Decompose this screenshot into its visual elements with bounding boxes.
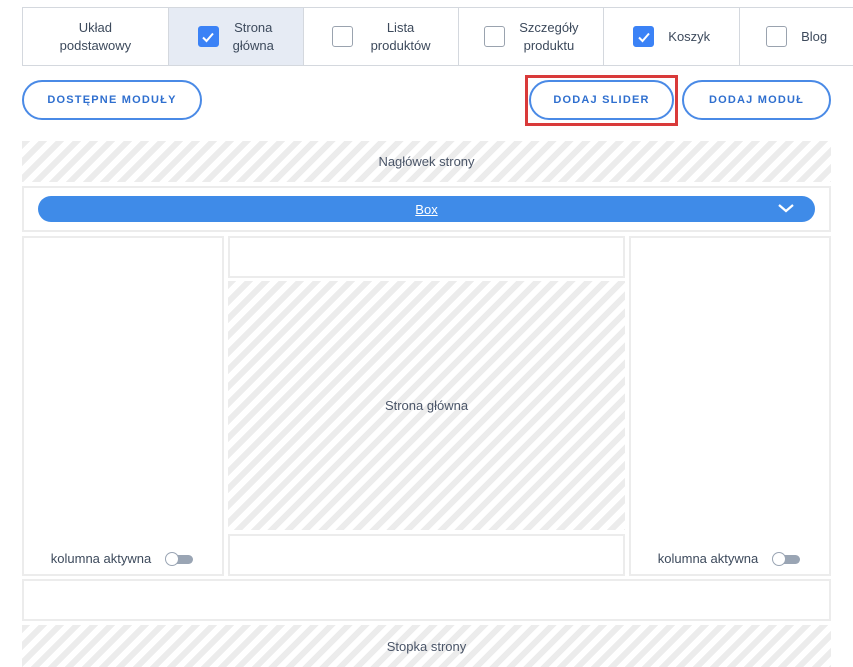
center-top-slot[interactable] xyxy=(228,236,625,278)
pre-footer-slot[interactable] xyxy=(22,579,831,621)
page-header-region[interactable]: Nagłówek strony xyxy=(22,141,831,182)
right-column-status-label: kolumna aktywna xyxy=(657,551,759,566)
tab-label: Lista produktów xyxy=(370,19,431,53)
right-column-toggle[interactable] xyxy=(772,551,802,566)
available-modules-button[interactable]: DOSTĘPNE MODUŁY xyxy=(22,80,202,120)
tab-checkbox-blog[interactable] xyxy=(766,26,788,47)
highlight-frame xyxy=(525,75,678,126)
box-label: Box xyxy=(415,201,438,217)
left-column[interactable]: kolumna aktywna xyxy=(22,236,224,576)
page-footer-label: Stopka strony xyxy=(386,638,467,654)
tab-checkbox-koszyk[interactable] xyxy=(633,26,655,47)
tab-label: Układ podstawowy xyxy=(59,19,132,53)
tab-checkbox-szczegoly-produktu[interactable] xyxy=(484,26,506,47)
add-module-button[interactable]: DODAJ MODUŁ xyxy=(682,80,831,120)
tab-lista-produktow[interactable]: Lista produktów xyxy=(304,8,460,65)
tab-blog[interactable]: Blog xyxy=(740,8,853,65)
tab-label: Strona główna xyxy=(232,19,274,53)
right-column-footer: kolumna aktywna xyxy=(631,551,829,566)
check-icon xyxy=(202,32,214,42)
right-column[interactable]: kolumna aktywna xyxy=(629,236,831,576)
main-content-label: Strona główna xyxy=(384,398,469,413)
box-bar[interactable]: Box xyxy=(38,196,815,222)
tab-uklad-podstawowy[interactable]: Układ podstawowy xyxy=(23,8,169,65)
tab-checkbox-strona-glowna[interactable] xyxy=(197,26,219,47)
check-icon xyxy=(638,32,650,42)
tab-koszyk[interactable]: Koszyk xyxy=(604,8,741,65)
tab-szczegoly-produktu[interactable]: Szczegóły produktu xyxy=(459,8,605,65)
left-column-status-label: kolumna aktywna xyxy=(50,551,152,566)
left-column-toggle[interactable] xyxy=(165,551,195,566)
tab-checkbox-lista-produktow[interactable] xyxy=(331,26,353,47)
tab-strona-glowna[interactable]: Strona główna xyxy=(168,8,304,65)
page-header-label: Nagłówek strony xyxy=(378,154,475,169)
left-column-footer: kolumna aktywna xyxy=(24,551,222,566)
center-bottom-slot[interactable] xyxy=(228,534,625,576)
page-type-tabs: Układ podstawowy Strona główna Lista pro… xyxy=(22,7,853,66)
chevron-down-icon[interactable] xyxy=(777,201,795,215)
tab-label: Blog xyxy=(801,28,828,44)
main-content-region[interactable]: Strona główna xyxy=(228,281,625,530)
tab-label: Szczegóły produktu xyxy=(519,19,579,53)
tab-label: Koszyk xyxy=(668,28,711,44)
page-footer-region[interactable]: Stopka strony xyxy=(22,625,831,667)
